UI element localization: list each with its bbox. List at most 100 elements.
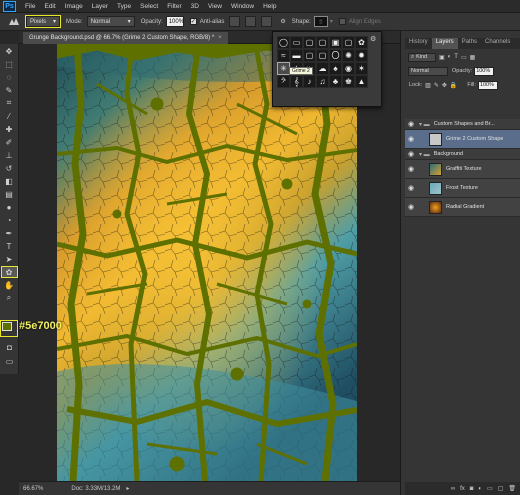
visibility-eye-icon[interactable]: ◉	[405, 135, 417, 143]
layer-thumbnail[interactable]	[429, 132, 442, 146]
eyedropper-tool-icon[interactable]: ⁄	[1, 110, 18, 122]
shape-filter-icon[interactable]: ▭	[461, 54, 467, 61]
layer-kind-filter[interactable]: ⌕ Kind	[408, 52, 436, 62]
shape-cell[interactable]: ▢	[303, 49, 316, 62]
layer-opacity-input[interactable]: 100%	[474, 66, 495, 76]
gear-icon[interactable]: ⚙	[370, 35, 378, 43]
blur-tool-icon[interactable]: ●	[1, 201, 18, 213]
path-operations-icon[interactable]	[229, 16, 241, 27]
screen-mode-icon[interactable]: ▭	[1, 355, 18, 367]
dodge-tool-icon[interactable]: ◔	[1, 214, 18, 226]
path-arrangement-icon[interactable]	[261, 16, 273, 27]
layer-group-row[interactable]: ◉ ▾ ▬ Custom Shapes and Br...	[405, 119, 520, 130]
custom-shape-tool-preset-icon[interactable]	[6, 15, 22, 28]
tab-paths[interactable]: Paths	[458, 38, 481, 49]
document-canvas[interactable]	[57, 44, 357, 481]
layer-blend-mode-select[interactable]: Normal	[408, 66, 448, 76]
chevron-down-icon[interactable]: ▾	[330, 18, 333, 25]
fx-icon[interactable]: fx	[460, 486, 465, 492]
custom-shape-tool-icon[interactable]: ✿	[0, 266, 18, 278]
move-tool-icon[interactable]: ✥	[1, 45, 18, 57]
quick-select-tool-icon[interactable]: ✎	[1, 84, 18, 96]
menu-filter[interactable]: Filter	[167, 3, 181, 10]
antialias-checkbox[interactable]: ✓	[189, 18, 197, 25]
shape-cell[interactable]: ▢	[316, 49, 329, 62]
crop-tool-icon[interactable]: ⌗	[1, 97, 18, 109]
tab-history[interactable]: History	[405, 38, 432, 49]
folder-icon[interactable]: ▾ ▬	[419, 121, 430, 128]
layer-thumbnail[interactable]	[429, 181, 442, 195]
shape-cell[interactable]: ♪	[303, 75, 316, 88]
canvas-workspace[interactable]	[19, 44, 400, 481]
shape-cell[interactable]: ✶	[355, 62, 368, 75]
folder-icon[interactable]: ▾ ▬	[419, 151, 430, 158]
shape-cell[interactable]: ☁	[316, 62, 329, 75]
path-selection-tool-icon[interactable]: ➤	[1, 253, 18, 265]
menu-select[interactable]: Select	[140, 3, 158, 10]
new-group-icon[interactable]: ▭	[487, 485, 493, 492]
zoom-level[interactable]: 66.67%	[23, 486, 43, 492]
shape-picker-button[interactable]: ▒	[313, 16, 328, 27]
shape-cell[interactable]: ✺	[342, 49, 355, 62]
chevron-right-icon[interactable]: ▸	[126, 485, 129, 492]
shape-cell[interactable]: ▲	[355, 75, 368, 88]
layer-row[interactable]: ◉ Radial Gradient	[405, 198, 520, 217]
menu-layer[interactable]: Layer	[92, 3, 108, 10]
shape-cell[interactable]: ▢	[303, 36, 316, 49]
menu-type[interactable]: Type	[117, 3, 131, 10]
new-layer-icon[interactable]: ▢	[498, 485, 504, 492]
link-layers-icon[interactable]: ∞	[451, 486, 455, 492]
path-alignment-icon[interactable]	[245, 16, 257, 27]
tab-layers[interactable]: Layers	[431, 38, 458, 49]
shape-cell[interactable]: ♫	[316, 75, 329, 88]
layer-thumbnail[interactable]	[429, 200, 442, 214]
shape-cell[interactable]: ✿	[355, 36, 368, 49]
menu-image[interactable]: Image	[65, 3, 83, 10]
menu-3d[interactable]: 3D	[191, 3, 199, 10]
shape-cell[interactable]: ♠	[329, 62, 342, 75]
pen-tool-icon[interactable]: ✒	[1, 227, 18, 239]
document-tab[interactable]: Grunge Background.psd @ 66.7% (Grime 2 C…	[23, 32, 228, 44]
gradient-tool-icon[interactable]: ▤	[1, 188, 18, 200]
lasso-tool-icon[interactable]: ◌	[1, 71, 18, 83]
add-mask-icon[interactable]: ◙	[470, 486, 474, 492]
align-edges-checkbox[interactable]	[338, 18, 346, 25]
visibility-eye-icon[interactable]: ◉	[405, 184, 417, 192]
menu-view[interactable]: View	[208, 3, 222, 10]
layer-row[interactable]: ◉ Frost Texture	[405, 179, 520, 198]
lock-position-icon[interactable]: ✥	[442, 82, 447, 89]
tab-channels[interactable]: Channels	[481, 38, 514, 49]
lock-transparent-icon[interactable]: ▨	[425, 82, 431, 89]
fill-input[interactable]: 100%	[477, 80, 498, 90]
zoom-tool-icon[interactable]: ⌕	[1, 292, 18, 304]
shape-cell[interactable]: ≈	[277, 49, 290, 62]
blend-mode-select[interactable]: Normal ▾	[86, 16, 135, 27]
lock-image-icon[interactable]: ✎	[434, 82, 439, 89]
hand-tool-icon[interactable]: ✋	[1, 279, 18, 291]
healing-brush-tool-icon[interactable]: ✚	[1, 123, 18, 135]
menu-file[interactable]: File	[25, 3, 35, 10]
tool-mode-select[interactable]: Pixels ▾	[25, 15, 61, 28]
trash-icon[interactable]: 🗑	[508, 485, 516, 492]
close-icon[interactable]: ×	[218, 35, 222, 41]
quick-mask-icon[interactable]: ◘	[1, 341, 18, 353]
eraser-tool-icon[interactable]: ◧	[1, 175, 18, 187]
type-tool-icon[interactable]: T	[1, 240, 18, 252]
layer-row[interactable]: ◉ Graffiti Texture	[405, 160, 520, 179]
menu-window[interactable]: Window	[231, 3, 254, 10]
adjustment-layer-icon[interactable]: ◐	[478, 486, 482, 492]
shape-cell[interactable]: 𝄞	[290, 75, 303, 88]
visibility-eye-icon[interactable]: ◉	[405, 150, 417, 158]
shape-cell[interactable]: ▣	[329, 36, 342, 49]
pixel-filter-icon[interactable]: ▣	[439, 54, 445, 61]
adjustment-filter-icon[interactable]: ◐	[448, 54, 452, 60]
smart-object-filter-icon[interactable]: ▦	[470, 54, 476, 61]
layer-row[interactable]: ◉ Grime 2 Custom Shape	[405, 130, 520, 149]
shape-cell[interactable]: ♣	[329, 75, 342, 88]
visibility-eye-icon[interactable]: ◉	[405, 165, 417, 173]
marquee-tool-icon[interactable]: ⬚	[1, 58, 18, 70]
shape-cell[interactable]: ▢	[342, 36, 355, 49]
history-brush-tool-icon[interactable]: ↺	[1, 162, 18, 174]
shape-cell[interactable]: ◯	[277, 36, 290, 49]
shape-cell[interactable]: 𝄢	[277, 75, 290, 88]
